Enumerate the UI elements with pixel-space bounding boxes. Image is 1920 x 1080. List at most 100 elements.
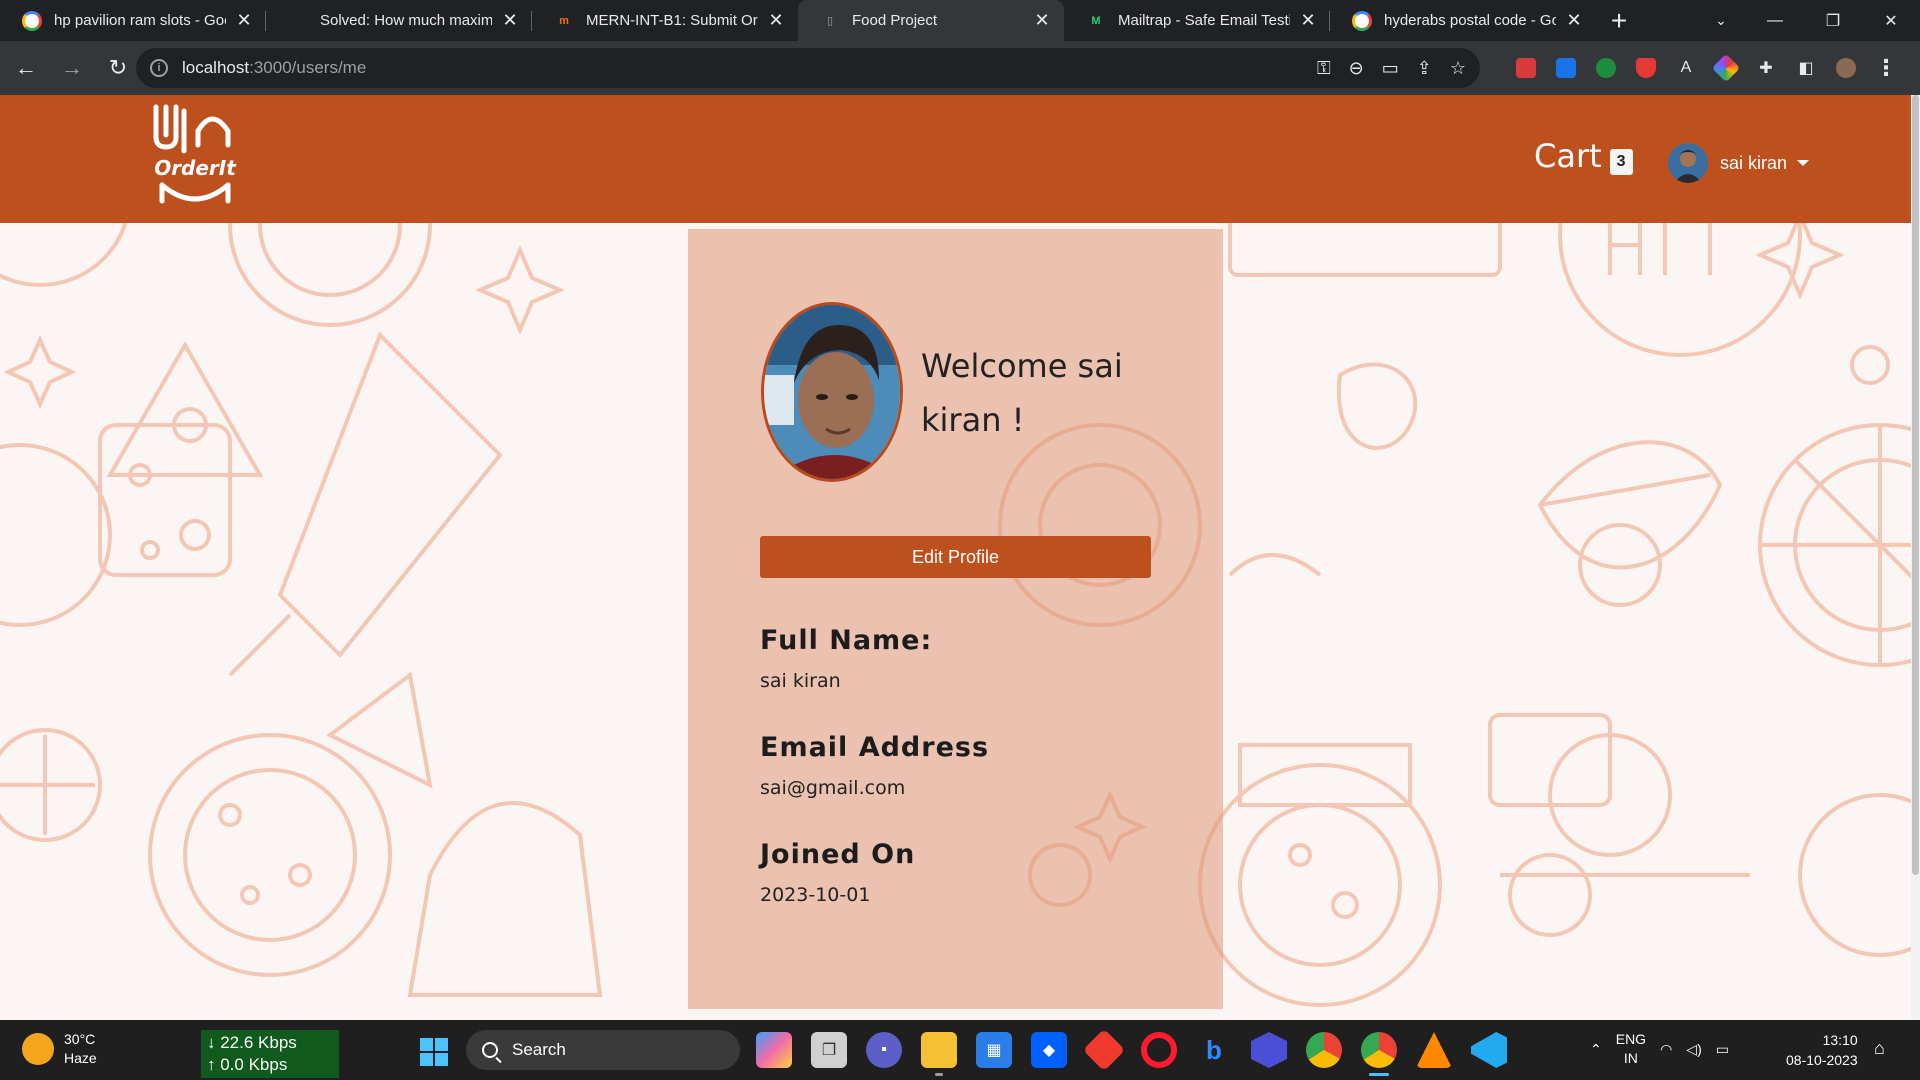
weather-condition: Haze xyxy=(64,1050,97,1066)
close-tab-icon[interactable]: ✕ xyxy=(1298,10,1318,31)
file-explorer-icon[interactable] xyxy=(921,1032,957,1076)
site-info-icon[interactable]: i xyxy=(150,59,168,77)
weather-widget[interactable]: 30°C Haze xyxy=(22,1030,97,1068)
network-speed-meter: ↓ 22.6 Kbps ↑ 0.0 Kbps xyxy=(201,1030,339,1078)
cart-label: Cart xyxy=(1534,137,1602,175)
zoom-icon[interactable]: ⊖ xyxy=(1349,58,1364,79)
taskbar-apps: ❐ ▪ ▦ ◆ b xyxy=(756,1028,1507,1076)
shield-icon[interactable] xyxy=(1632,54,1660,82)
email-label: Email Address xyxy=(760,732,990,763)
bookmark-star-icon[interactable]: ☆ xyxy=(1450,58,1466,79)
puzzle-icon[interactable]: ✚ xyxy=(1752,54,1780,82)
masai-icon: m xyxy=(559,14,569,27)
tab-title: Mailtrap - Safe Email Testin xyxy=(1118,12,1290,29)
google-icon xyxy=(1352,10,1372,31)
url-host: localhost xyxy=(182,58,250,77)
browser-tab-active[interactable]: ▯ Food Project ✕ xyxy=(798,0,1064,41)
mailtrap-icon: M xyxy=(1091,14,1101,27)
email-value: sai@gmail.com xyxy=(760,777,906,799)
copilot-icon[interactable] xyxy=(756,1032,792,1068)
notification-bell-icon[interactable]: ⌂ xyxy=(1874,1038,1885,1059)
wifi-icon[interactable]: ◠ xyxy=(1660,1041,1672,1058)
tab-title: MERN-INT-B1: Submit Ora xyxy=(586,12,758,29)
tab-title: Solved: How much maximu xyxy=(320,12,492,29)
share-icon[interactable]: ⇪ xyxy=(1417,58,1432,79)
omnibox-actions: ⚿ ⊖ ▭ ⇪ ☆ xyxy=(1317,48,1466,88)
battery-icon[interactable]: ▭ xyxy=(1716,1041,1729,1058)
haze-sun-icon xyxy=(22,1033,54,1065)
bing-icon[interactable]: b xyxy=(1196,1032,1232,1068)
close-tab-icon[interactable]: ✕ xyxy=(1032,10,1052,31)
red-diamond-app-icon[interactable] xyxy=(1082,1028,1126,1072)
volume-icon[interactable]: ◁) xyxy=(1686,1041,1701,1058)
download-extension-icon[interactable] xyxy=(1552,54,1580,82)
side-panel-icon[interactable]: ◧ xyxy=(1792,54,1820,82)
color-wheel-icon[interactable] xyxy=(1711,53,1741,83)
tab-search-icon[interactable]: ⌄ xyxy=(1703,0,1739,41)
window-controls: — ❐ ✕ xyxy=(1746,0,1920,41)
clock-time: 13:10 xyxy=(1822,1032,1858,1048)
temperature: 30°C xyxy=(64,1031,96,1047)
close-tab-icon[interactable]: ✕ xyxy=(1564,10,1584,31)
browser-tab[interactable]: Solved: How much maximu ✕ xyxy=(266,0,532,41)
windows-start-icon[interactable] xyxy=(420,1038,448,1066)
welcome-line: kiran ! xyxy=(921,401,1025,439)
download-speed: ↓ 22.6 Kbps xyxy=(207,1033,297,1052)
welcome-line: Welcome sai xyxy=(921,347,1123,385)
vlc-icon[interactable] xyxy=(1416,1032,1452,1068)
kebab-menu-icon[interactable]: ⋮ xyxy=(1872,54,1900,82)
scrollbar-thumb[interactable] xyxy=(1912,95,1919,875)
task-view-icon[interactable]: ❐ xyxy=(811,1032,847,1068)
dropbox-icon[interactable]: ◆ xyxy=(1031,1032,1067,1068)
font-a-icon[interactable]: A xyxy=(1672,54,1700,82)
extension-red-icon[interactable] xyxy=(1512,54,1540,82)
logo-text: OrderIt xyxy=(154,156,237,180)
green-ring-icon[interactable] xyxy=(1592,54,1620,82)
url-path: :3000/users/me xyxy=(249,58,367,77)
tab-title: hp pavilion ram slots - Goo xyxy=(54,12,226,29)
windows-taskbar: 30°C Haze ↓ 22.6 Kbps ↑ 0.0 Kbps Search … xyxy=(0,1020,1920,1080)
browser-tab[interactable]: m MERN-INT-B1: Submit Ora ✕ xyxy=(532,0,798,41)
chevron-up-icon[interactable]: ⌃ xyxy=(1590,1041,1602,1058)
address-bar[interactable]: i localhost:3000/users/me ⚿ ⊖ ▭ ⇪ ☆ xyxy=(136,48,1480,88)
language-indicator[interactable]: ENG IN xyxy=(1616,1030,1646,1068)
clock[interactable]: 13:10 08-10-2023 xyxy=(1786,1030,1858,1070)
back-icon[interactable]: ← xyxy=(6,48,46,88)
reload-icon[interactable]: ↻ xyxy=(98,48,138,88)
cart-link[interactable]: Cart 3 xyxy=(1534,137,1633,175)
orderit-logo[interactable]: OrderIt xyxy=(148,101,242,213)
forward-icon[interactable]: → xyxy=(52,48,92,88)
microsoft-store-icon[interactable]: ▦ xyxy=(976,1032,1012,1068)
profile-photo xyxy=(761,302,903,482)
minimize-icon[interactable]: — xyxy=(1746,0,1804,41)
chrome-icon[interactable] xyxy=(1306,1032,1342,1068)
joined-label: Joined On xyxy=(760,839,916,870)
upload-speed: ↑ 0.0 Kbps xyxy=(207,1055,288,1074)
close-tab-icon[interactable]: ✕ xyxy=(766,10,786,31)
new-tab-button[interactable]: + xyxy=(1596,0,1642,41)
card-icon[interactable]: ▭ xyxy=(1382,58,1399,79)
page-icon: ▯ xyxy=(826,15,834,27)
browser-tab[interactable]: hp pavilion ram slots - Goo ✕ xyxy=(0,0,266,41)
vscode-icon[interactable] xyxy=(1471,1032,1507,1068)
edit-profile-button[interactable]: Edit Profile xyxy=(760,536,1151,578)
key-icon[interactable]: ⚿ xyxy=(1317,58,1331,79)
close-tab-icon[interactable]: ✕ xyxy=(234,10,254,31)
chevron-down-icon xyxy=(1797,160,1810,166)
taskbar-search[interactable]: Search xyxy=(466,1030,740,1070)
restore-icon[interactable]: ❐ xyxy=(1804,0,1862,41)
profile-avatar-icon[interactable] xyxy=(1832,54,1860,82)
full-name-value: sai kiran xyxy=(760,670,841,692)
browser-tab[interactable]: M Mailtrap - Safe Email Testin ✕ xyxy=(1064,0,1330,41)
page-scrollbar[interactable] xyxy=(1911,95,1920,1020)
joined-value: 2023-10-01 xyxy=(760,884,871,906)
opera-icon[interactable] xyxy=(1141,1032,1177,1068)
teams-chat-icon[interactable]: ▪ xyxy=(866,1032,902,1068)
purple-hex-app-icon[interactable] xyxy=(1251,1032,1287,1068)
close-window-icon[interactable]: ✕ xyxy=(1862,0,1920,41)
app-header: OrderIt Cart 3 sai kiran xyxy=(0,95,1911,223)
user-menu[interactable]: sai kiran xyxy=(1668,143,1810,183)
browser-tab[interactable]: hyderabs postal code - Go ✕ xyxy=(1330,0,1596,41)
chrome-profile-icon[interactable] xyxy=(1361,1032,1397,1076)
close-tab-icon[interactable]: ✕ xyxy=(500,10,520,31)
